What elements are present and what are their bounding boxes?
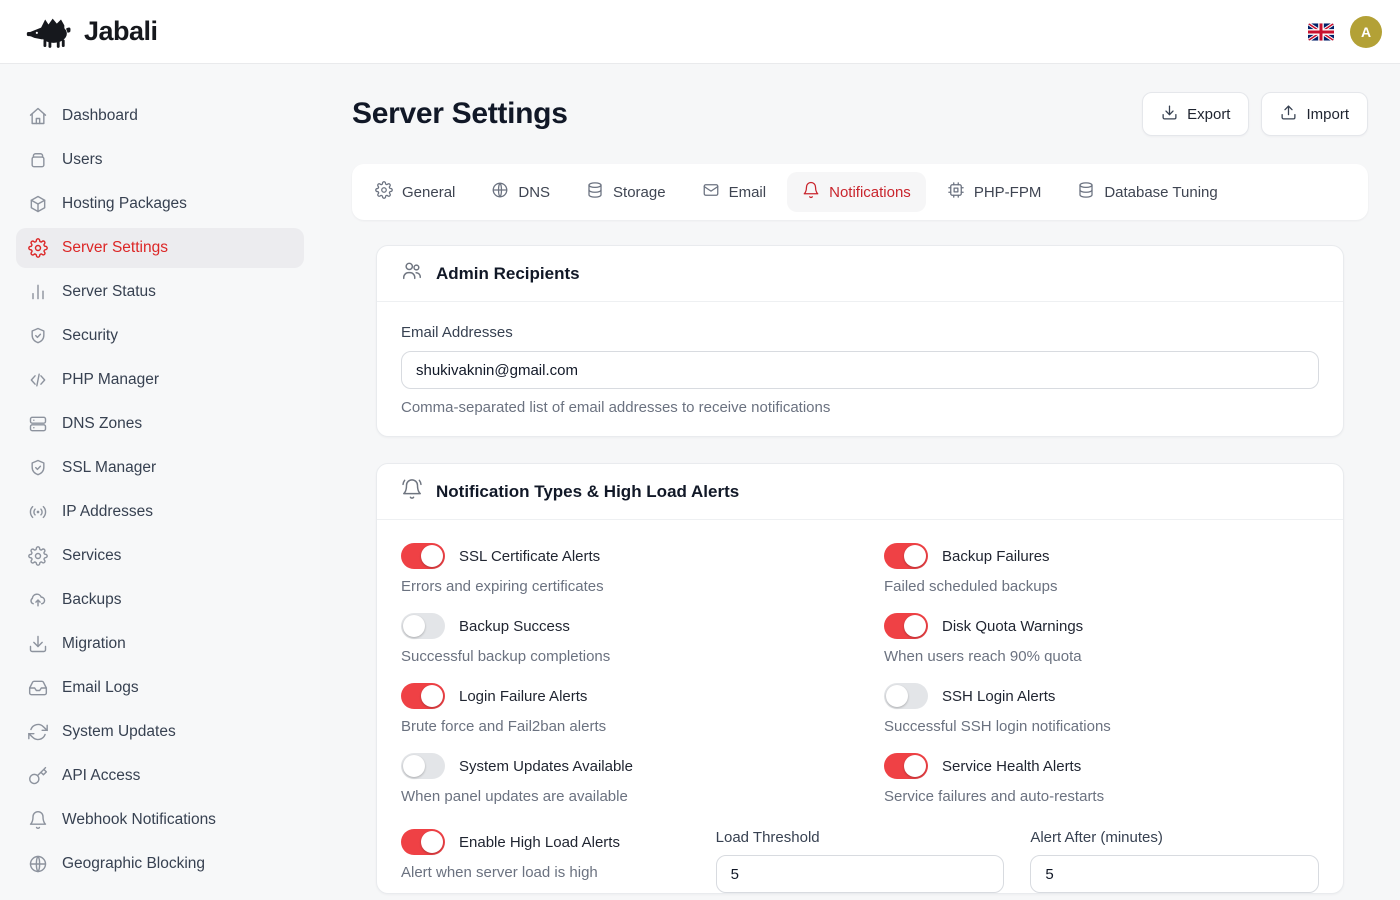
alert-after-input[interactable] <box>1030 855 1319 893</box>
sidebar-item-ssl-manager[interactable]: SSL Manager <box>16 448 304 488</box>
toggle-row: Login Failure Alerts Brute force and Fai… <box>401 683 836 735</box>
brand-logo: Jabali <box>26 14 158 50</box>
toggle-ssl-certificate-alerts[interactable] <box>401 543 445 569</box>
sidebar-item-email-logs[interactable]: Email Logs <box>16 668 304 708</box>
bar-chart-icon <box>28 282 48 302</box>
email-addresses-help: Comma-separated list of email addresses … <box>401 399 1319 416</box>
card-title: Admin Recipients <box>436 264 580 284</box>
sidebar-item-ip-addresses[interactable]: IP Addresses <box>16 492 304 532</box>
toggle-system-updates-available[interactable] <box>401 753 445 779</box>
toggle-row: System Updates Available When panel upda… <box>401 753 836 805</box>
import-button[interactable]: Import <box>1261 92 1368 136</box>
toggle-enable-high-load-alerts[interactable] <box>401 829 445 855</box>
gear-icon <box>28 546 48 566</box>
email-addresses-label: Email Addresses <box>401 324 1319 341</box>
globe-icon <box>28 854 48 874</box>
load-threshold-label: Load Threshold <box>716 829 1005 846</box>
tab-database-tuning[interactable]: Database Tuning <box>1062 172 1232 212</box>
database-icon <box>1077 181 1095 203</box>
sidebar-item-dashboard[interactable]: Dashboard <box>16 96 304 136</box>
brand-name: Jabali <box>84 16 158 47</box>
tab-general[interactable]: General <box>360 172 470 212</box>
toggle-row: Backup Success Successful backup complet… <box>401 613 836 665</box>
page-title: Server Settings <box>352 97 568 131</box>
card-title: Notification Types & High Load Alerts <box>436 482 739 502</box>
sidebar-item-migration[interactable]: Migration <box>16 624 304 664</box>
toggle-service-health-alerts[interactable] <box>884 753 928 779</box>
sidebar-nav: Dashboard Users Hosting Packages Server … <box>0 64 320 900</box>
sidebar-item-geographic-blocking[interactable]: Geographic Blocking <box>16 844 304 884</box>
load-threshold-input[interactable] <box>716 855 1005 893</box>
toggle-backup-success[interactable] <box>401 613 445 639</box>
alert-after-label: Alert After (minutes) <box>1030 829 1319 846</box>
inbox-icon <box>28 678 48 698</box>
radio-waves-icon <box>28 502 48 522</box>
top-header: Jabali A <box>0 0 1400 64</box>
download-icon <box>1161 104 1178 125</box>
notification-types-card: Notification Types & High Load Alerts SS… <box>376 463 1344 894</box>
boar-logo-icon <box>26 14 76 50</box>
cpu-icon <box>947 181 965 203</box>
language-uk-flag-icon[interactable] <box>1308 23 1334 41</box>
tab-php-fpm[interactable]: PHP-FPM <box>932 172 1057 212</box>
server-stack-icon <box>28 414 48 434</box>
settings-tabbar: General DNS Storage Email Notifications … <box>352 164 1368 220</box>
sidebar-item-backups[interactable]: Backups <box>16 580 304 620</box>
gear-icon <box>375 181 393 203</box>
sidebar-item-hosting-packages[interactable]: Hosting Packages <box>16 184 304 224</box>
toggle-disk-quota-warnings[interactable] <box>884 613 928 639</box>
avatar[interactable]: A <box>1350 16 1382 48</box>
cloud-upload-icon <box>28 590 48 610</box>
admin-recipients-card: Admin Recipients Email Addresses Comma-s… <box>376 245 1344 437</box>
database-icon <box>586 181 604 203</box>
sidebar-item-webhook-notifications[interactable]: Webhook Notifications <box>16 800 304 840</box>
toggle-row: Disk Quota Warnings When users reach 90%… <box>884 613 1319 665</box>
shield-check-icon <box>28 458 48 478</box>
upload-icon <box>1280 104 1297 125</box>
users-group-icon <box>401 260 423 287</box>
toggle-row: SSL Certificate Alerts Errors and expiri… <box>401 543 836 595</box>
toggle-login-failure-alerts[interactable] <box>401 683 445 709</box>
toggle-row: Enable High Load Alerts Alert when serve… <box>401 829 690 893</box>
home-icon <box>28 106 48 126</box>
sidebar-item-users[interactable]: Users <box>16 140 304 180</box>
sidebar-item-api-access[interactable]: API Access <box>16 756 304 796</box>
toggle-row: SSH Login Alerts Successful SSH login no… <box>884 683 1319 735</box>
sidebar-item-services[interactable]: Services <box>16 536 304 576</box>
sidebar-item-security[interactable]: Security <box>16 316 304 356</box>
toggle-grid: SSL Certificate Alerts Errors and expiri… <box>377 520 1343 893</box>
toggle-row: Backup Failures Failed scheduled backups <box>884 543 1319 595</box>
high-load-section: Enable High Load Alerts Alert when serve… <box>401 829 1319 893</box>
tab-dns[interactable]: DNS <box>476 172 565 212</box>
email-addresses-input[interactable] <box>401 351 1319 389</box>
export-button[interactable]: Export <box>1142 92 1249 136</box>
bell-ring-icon <box>401 478 423 505</box>
sidebar-item-server-settings[interactable]: Server Settings <box>16 228 304 268</box>
main-content: Server Settings Export Import General DN… <box>320 64 1400 894</box>
globe-icon <box>491 181 509 203</box>
tab-email[interactable]: Email <box>687 172 782 212</box>
gear-icon <box>28 238 48 258</box>
toggle-row: Service Health Alerts Service failures a… <box>884 753 1319 805</box>
code-icon <box>28 370 48 390</box>
bell-icon <box>28 810 48 830</box>
download-icon <box>28 634 48 654</box>
toggle-ssh-login-alerts[interactable] <box>884 683 928 709</box>
bell-icon <box>802 181 820 203</box>
sidebar-item-server-status[interactable]: Server Status <box>16 272 304 312</box>
refresh-icon <box>28 722 48 742</box>
tab-notifications[interactable]: Notifications <box>787 172 926 212</box>
cube-icon <box>28 194 48 214</box>
toggle-backup-failures[interactable] <box>884 543 928 569</box>
envelope-icon <box>702 181 720 203</box>
sidebar-item-dns-zones[interactable]: DNS Zones <box>16 404 304 444</box>
sidebar-item-php-manager[interactable]: PHP Manager <box>16 360 304 400</box>
drawer-box-icon <box>28 150 48 170</box>
sidebar-item-system-updates[interactable]: System Updates <box>16 712 304 752</box>
tab-storage[interactable]: Storage <box>571 172 681 212</box>
shield-check-icon <box>28 326 48 346</box>
key-icon <box>28 766 48 786</box>
